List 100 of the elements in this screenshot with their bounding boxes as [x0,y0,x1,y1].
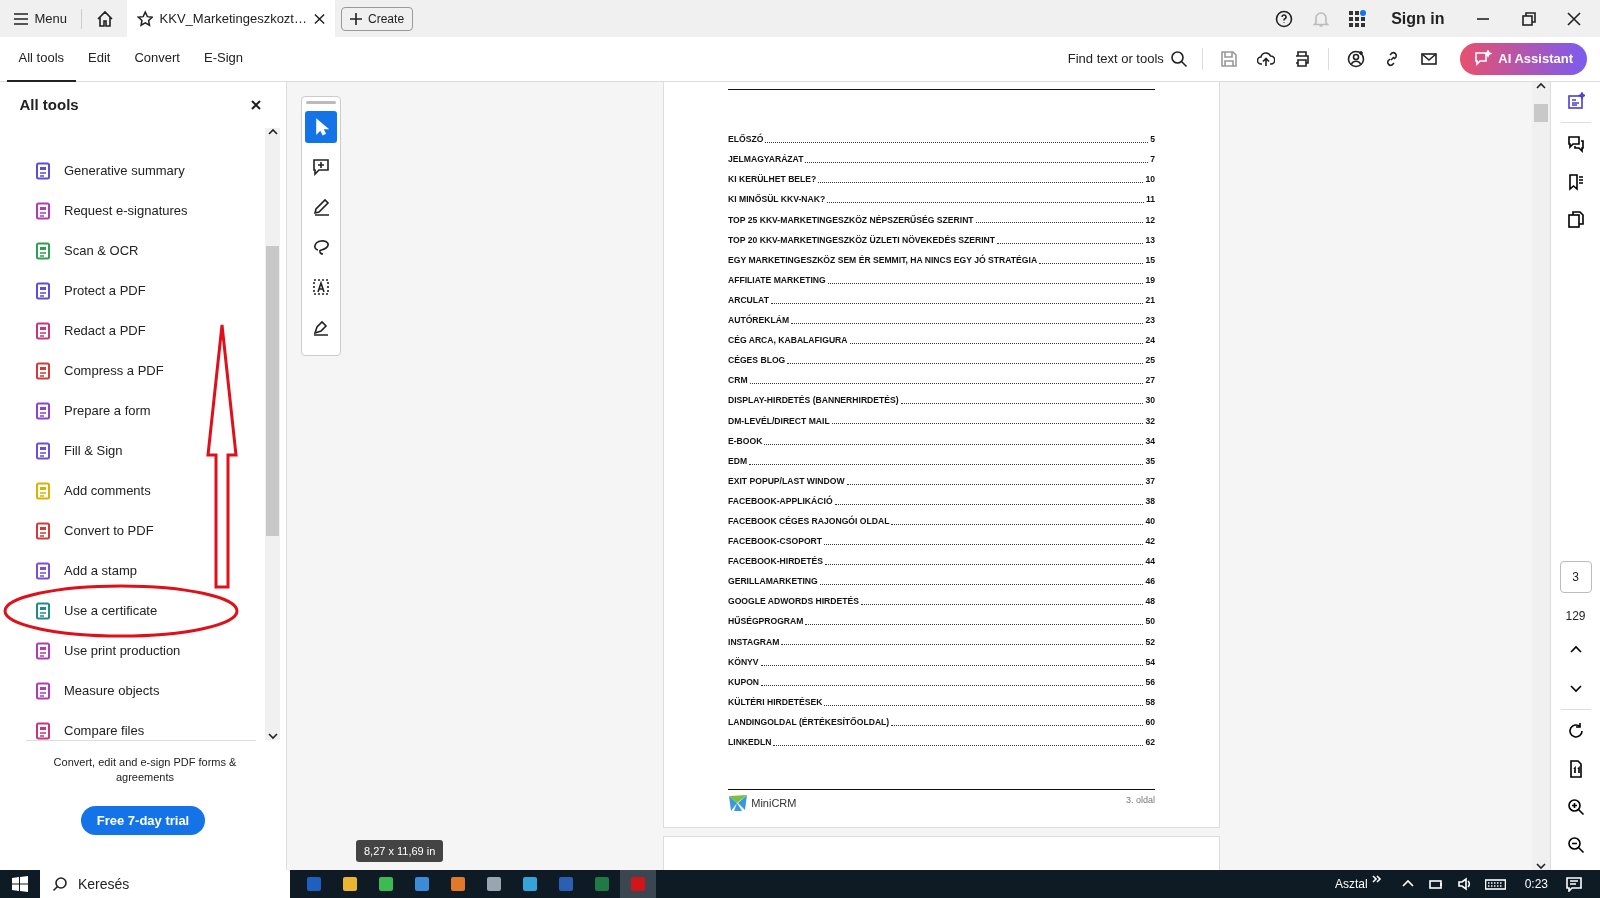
toc-page-number: 13 [1145,233,1155,247]
star-icon [136,9,154,28]
app-icon [558,876,574,892]
page-number-field[interactable]: 3 [1559,561,1592,593]
app-icon [594,876,610,892]
panel-title: All tools [19,94,79,115]
tool-list-item[interactable]: Use a certificate [0,591,250,631]
rotate-icon [1566,722,1585,740]
tool-list-item[interactable]: Request e-signatures [0,191,250,231]
tool-list-item[interactable]: Add a stamp [0,551,250,591]
toc-page-number: 7 [1150,153,1155,167]
promo-text: Convert, edit and e-sign PDF forms & agreements [52,755,238,786]
trial-button[interactable]: Free 7-day trial [80,805,206,836]
toc-title: KI MINŐSÜL KKV-NAK? [728,193,826,207]
tool-list-item[interactable]: Protect a PDF [0,271,250,311]
pen-icon [312,198,330,216]
app-icon [414,876,430,892]
toc-page-number: 48 [1145,595,1155,609]
scroll-up-icon[interactable] [267,128,278,136]
tool-list-item[interactable]: Redact a PDF [0,311,250,351]
toc-title: HŰSÉGPROGRAM [728,615,804,629]
scrollbar-thumb[interactable] [266,246,279,536]
bookmark-icon [1566,173,1585,191]
toc-title: FACEBOOK CÉGES RAJONGÓI OLDAL [728,515,890,528]
tool-list-item[interactable]: Compress a PDF [0,351,250,391]
toc-title: JELMAGYARÁZAT [728,153,804,167]
logo-icon [728,793,748,812]
toc-title: AUTÓREKLÁM [728,314,790,327]
notification-icon[interactable] [1566,876,1582,892]
app-icon [450,876,466,892]
toc-page-number: 37 [1145,474,1155,488]
speaker-icon[interactable] [1456,877,1471,891]
taskbar-search-field[interactable]: Keresés [40,870,290,898]
bell-icon [1311,9,1330,28]
sparkle-chat-icon [1473,50,1492,68]
tool-list-item[interactable]: Fill & Sign [0,431,250,471]
chat-bubbles-icon [1566,135,1585,153]
zoom-out-icon [1566,836,1585,854]
document-tab[interactable]: KKV_Marketingeszkozt… [126,0,335,37]
app-icon [306,876,322,892]
toc-page-number: 46 [1145,575,1155,589]
toc-title: KI KERÜLHET BELE? [728,173,817,187]
minimize-icon [1476,17,1490,20]
tool-list-item[interactable]: Scan & OCR [0,231,250,271]
toolbar-tab[interactable]: E-Sign [191,36,255,82]
toc-title: DISPLAY-HIRDETÉS (BANNERHIRDETÉS) [728,394,899,408]
tool-list-item[interactable]: Generative summary [0,151,250,191]
toc-title: TOP 25 KKV-MARKETINGESZKÖZ NÉPSZERŰSÉG SZERINT [728,213,974,227]
lasso-icon [312,238,330,256]
find-button[interactable]: Find text or tools [1061,49,1194,69]
toc-page-number: 25 [1145,354,1155,368]
toc-page-number: 10 [1145,173,1155,187]
tool-list-item[interactable]: Prepare a form [0,391,250,431]
toc-title: KUPON [728,675,760,689]
scroll-down-icon[interactable] [267,732,278,740]
ai-assistant-button[interactable]: AI Assistant [1459,43,1587,75]
toc-title: CRM [728,374,748,388]
tool-list-item[interactable]: Convert to PDF [0,511,250,551]
create-button[interactable]: Create [341,6,414,31]
toc-title: LINKEDLN [728,736,772,749]
toc-page-number: 5 [1150,133,1155,147]
search-icon [1169,50,1188,68]
app-icon [342,876,358,892]
toolbar-tab[interactable]: Edit [76,36,123,82]
toc-page-number: 35 [1145,454,1155,468]
toc-title: TOP 20 KKV-MARKETINGESZKÖZ ÜZLETI NÖVEKEDÉS SZERINT [728,233,996,247]
toc-page-number: 24 [1145,334,1155,348]
toc-title: INSTAGRAM [728,635,780,649]
app-icon [486,876,502,892]
tool-list-item[interactable]: Use print production [0,631,250,671]
tool-list-item[interactable]: Add comments [0,471,250,511]
toc-title: FACEBOOK-APPLIKÁCIÓ [728,494,833,508]
toolbar-tab[interactable]: Convert [122,36,192,82]
tool-list-item[interactable]: Measure objects [0,671,250,711]
toc-title: AFFILIATE MARKETING [728,273,826,287]
restore-icon [1521,11,1536,26]
toc-title: FACEBOOK-HIRDETÉS [728,555,823,569]
toc-page-number: 38 [1145,494,1155,508]
toc-page-number: 50 [1145,615,1155,629]
close-icon[interactable] [313,12,325,25]
battery-icon[interactable] [1428,877,1443,891]
menu-button[interactable]: Menu [6,8,74,29]
comment-icon [312,158,330,176]
tool-list-item[interactable]: Compare files [0,711,250,740]
scrollbar-thumb[interactable] [1534,104,1548,122]
search-icon [52,876,68,892]
logo-text: MiniCRM [751,795,797,811]
help-icon [1275,9,1294,28]
app-icon [522,876,538,892]
scroll-up-icon[interactable] [1536,82,1546,90]
page-label: 3. oldal [1125,793,1155,807]
toc-page-number: 15 [1145,253,1155,267]
keyboard-icon[interactable] [1484,877,1506,891]
toc-title: ELŐSZÓ [728,133,764,147]
desktop-label[interactable]: Asztal [1334,875,1368,893]
close-icon [250,100,261,110]
scroll-down-icon[interactable] [1536,862,1546,870]
toc-title: EDM [728,454,748,468]
toc-title: GOOGLE ADWORDS HIRDETÉS [728,595,859,609]
sign-in-button[interactable]: Sign in [1385,6,1451,31]
